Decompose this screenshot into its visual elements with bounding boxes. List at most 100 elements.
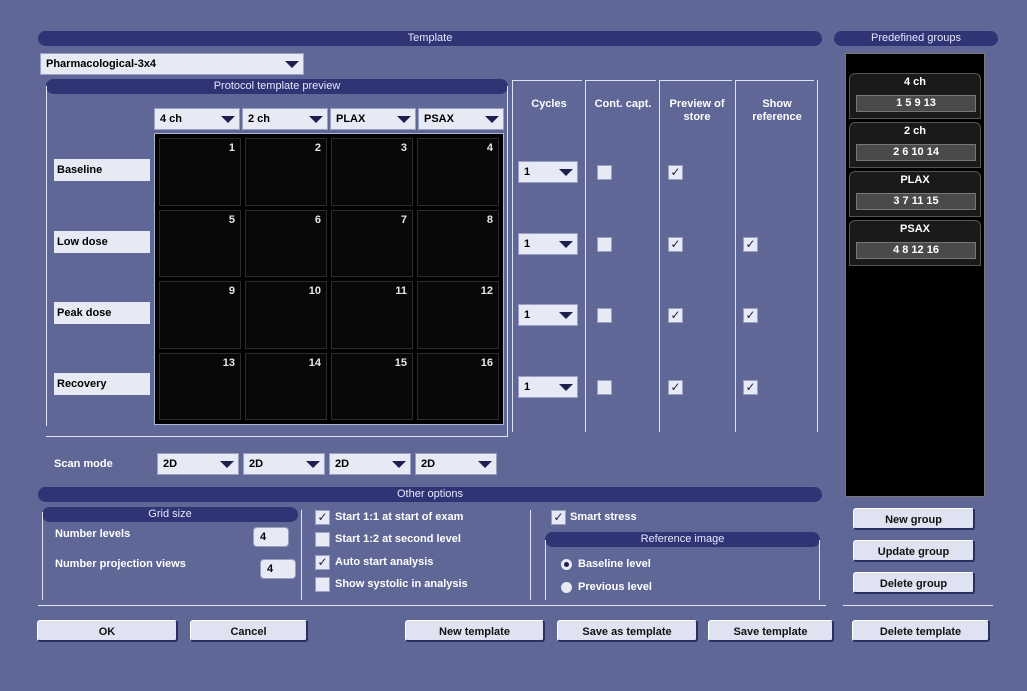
scan-mode-combo-4[interactable]: 2D — [415, 453, 497, 475]
cycles-combo-3[interactable]: 1 — [518, 304, 578, 326]
delete-template-button[interactable]: Delete template — [852, 620, 990, 642]
row-label-peak-dose: Peak dose — [54, 302, 150, 324]
cell-number: 11 — [395, 285, 407, 297]
auto-start-analysis-label: Auto start analysis — [335, 556, 434, 568]
preview-of-store-header: Preview of store — [669, 98, 725, 123]
grid-cell[interactable]: 16 — [417, 352, 499, 420]
auto-start-analysis-checkbox[interactable]: ✓ — [315, 555, 330, 570]
row-label-recovery: Recovery — [54, 373, 150, 395]
save-as-template-button[interactable]: Save as template — [557, 620, 698, 642]
group-name: 4 ch — [903, 76, 926, 88]
group-name: PSAX — [900, 223, 930, 235]
cell-number: 16 — [480, 356, 493, 369]
number-projection-views-label: Number projection views — [55, 558, 186, 570]
group-views: 1 5 9 13 — [856, 95, 976, 112]
delete-group-button[interactable]: Delete group — [853, 572, 975, 594]
row-label-low-dose: Low dose — [54, 231, 150, 253]
show-systolic-checkbox[interactable] — [315, 577, 330, 592]
scan-mode-combo-3[interactable]: 2D — [329, 453, 411, 475]
cell-number: 12 — [480, 285, 493, 297]
scan-mode-combo-1[interactable]: 2D — [157, 453, 239, 475]
row-label-baseline: Baseline — [54, 159, 150, 181]
number-projection-views-field[interactable]: 4 — [260, 559, 296, 579]
chevron-down-icon — [309, 116, 323, 123]
cell-number: 14 — [308, 356, 321, 369]
chevron-down-icon — [559, 384, 573, 391]
grid-cell[interactable]: 5 — [159, 209, 241, 277]
view-combo-2-value: 2 ch — [248, 113, 271, 125]
show-reference-checkbox-2[interactable]: ✓ — [743, 237, 758, 252]
start-1-2-checkbox[interactable] — [315, 532, 330, 547]
start-1-1-label: Start 1:1 at start of exam — [335, 511, 464, 523]
show-reference-header: Show reference — [752, 98, 802, 123]
cont-capt-checkbox-3[interactable] — [597, 308, 612, 323]
cont-capt-checkbox-4[interactable] — [597, 380, 612, 395]
cell-number: 15 — [394, 356, 407, 369]
predefined-groups-list[interactable] — [845, 53, 985, 497]
new-group-button[interactable]: New group — [853, 508, 975, 530]
grid-cell[interactable]: 11 — [331, 281, 413, 349]
update-group-button[interactable]: Update group — [853, 540, 975, 562]
cell-number: 5 — [228, 213, 235, 226]
view-combo-2[interactable]: 2 ch — [242, 108, 328, 130]
view-combo-4[interactable]: PSAX — [418, 108, 504, 130]
preview-of-store-checkbox-2[interactable]: ✓ — [668, 237, 683, 252]
grid-cell[interactable]: 13 — [159, 352, 241, 420]
grid-cell[interactable]: 7 — [331, 209, 413, 277]
reference-image-header: Reference image — [545, 532, 820, 547]
view-combo-1[interactable]: 4 ch — [154, 108, 240, 130]
cycles-combo-1[interactable]: 1 — [518, 161, 578, 183]
cont-capt-checkbox-2[interactable] — [597, 237, 612, 252]
grid-cell[interactable]: 1 — [159, 138, 241, 206]
grid-cell[interactable]: 4 — [417, 138, 499, 206]
show-reference-checkbox-3[interactable]: ✓ — [743, 308, 758, 323]
grid-cell[interactable]: 2 — [245, 138, 327, 206]
chevron-down-icon — [221, 116, 235, 123]
cancel-button[interactable]: Cancel — [190, 620, 308, 642]
cycles-combo-2[interactable]: 1 — [518, 233, 578, 255]
template-select[interactable]: Pharmacological-3x4 — [40, 53, 304, 75]
chevron-down-icon — [306, 461, 320, 468]
grid-cell[interactable]: 12 — [417, 281, 499, 349]
save-template-button[interactable]: Save template — [708, 620, 834, 642]
cell-number: 8 — [486, 213, 493, 226]
start-1-1-checkbox[interactable]: ✓ — [315, 510, 330, 525]
scan-mode-value: 2D — [335, 458, 350, 470]
cycles-combo-4[interactable]: 1 — [518, 376, 578, 398]
grid-cell[interactable]: 14 — [245, 352, 327, 420]
number-levels-field[interactable]: 4 — [253, 527, 289, 547]
new-template-button[interactable]: New template — [405, 620, 545, 642]
scan-mode-combo-2[interactable]: 2D — [243, 453, 325, 475]
template-preview-grid: 1 2 3 4 5 6 7 8 9 10 11 12 13 14 15 16 — [154, 133, 504, 425]
baseline-level-label: Baseline level — [578, 558, 651, 570]
smart-stress-checkbox[interactable]: ✓ — [551, 510, 566, 525]
view-combo-3[interactable]: PLAX — [330, 108, 416, 130]
chevron-down-icon — [392, 461, 406, 468]
preview-of-store-checkbox-3[interactable]: ✓ — [668, 308, 683, 323]
grid-cell[interactable]: 8 — [417, 209, 499, 277]
preview-of-store-checkbox-1[interactable]: ✓ — [668, 165, 683, 180]
cell-number: 9 — [228, 285, 235, 297]
previous-level-radio[interactable] — [561, 582, 572, 593]
show-systolic-label: Show systolic in analysis — [335, 578, 468, 590]
cont-capt-checkbox-1[interactable] — [597, 165, 612, 180]
cell-number: 4 — [486, 142, 493, 154]
chevron-down-icon — [559, 169, 573, 176]
grid-cell[interactable]: 10 — [245, 281, 327, 349]
cycles-value: 1 — [524, 381, 531, 393]
cycles-header: Cycles — [531, 98, 567, 110]
predefined-groups-header: Predefined groups — [834, 31, 998, 46]
cell-number: 13 — [222, 356, 235, 369]
preview-of-store-checkbox-4[interactable]: ✓ — [668, 380, 683, 395]
baseline-level-radio[interactable] — [561, 559, 572, 570]
view-combo-3-value: PLAX — [336, 113, 366, 125]
cont-capt-header: Cont. capt. — [594, 98, 652, 110]
grid-cell[interactable]: 6 — [245, 209, 327, 277]
grid-cell[interactable]: 9 — [159, 281, 241, 349]
group-name: 2 ch — [903, 125, 926, 137]
grid-cell[interactable]: 3 — [331, 138, 413, 206]
number-levels-label: Number levels — [55, 528, 131, 540]
show-reference-checkbox-4[interactable]: ✓ — [743, 380, 758, 395]
ok-button[interactable]: OK — [37, 620, 178, 642]
grid-cell[interactable]: 15 — [331, 352, 413, 420]
